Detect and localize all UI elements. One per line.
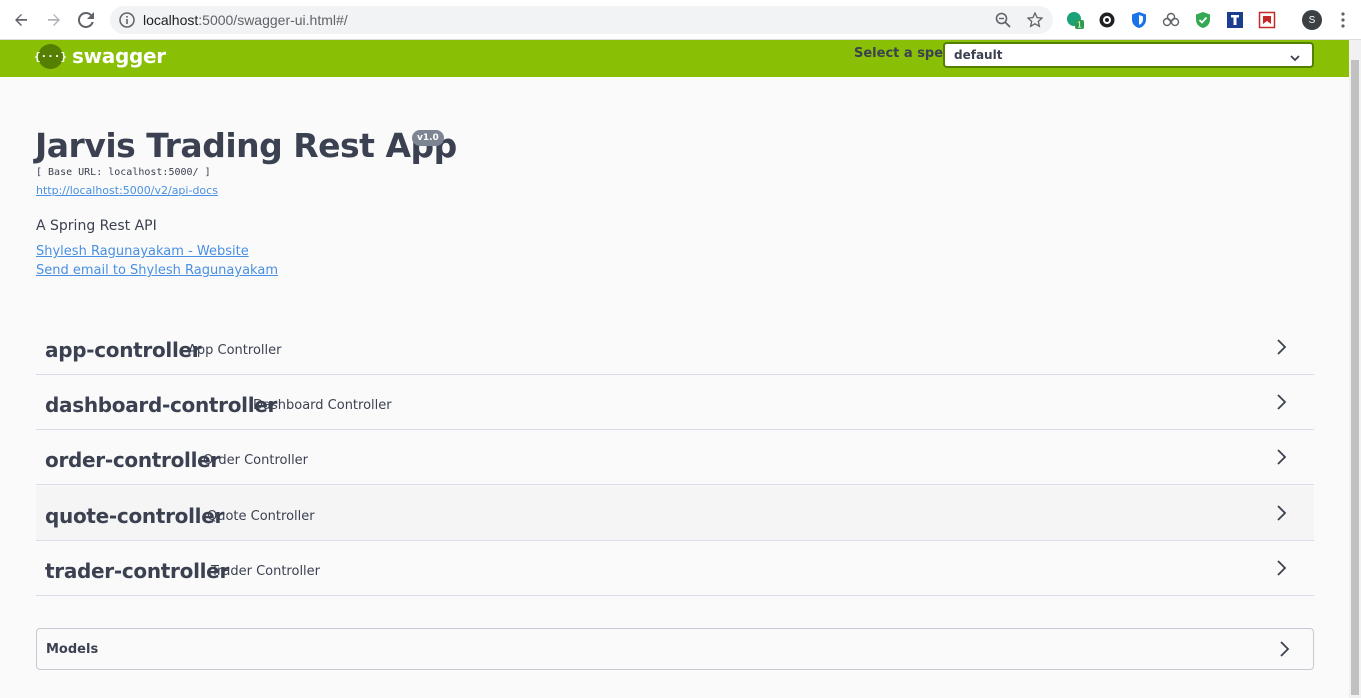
base-url: [ Base URL: localhost:5000/ ] — [36, 167, 211, 178]
api-description: A Spring Rest API — [36, 218, 157, 234]
swagger-topbar: {···} swagger Select a spec default — [0, 40, 1349, 77]
chevron-right-icon[interactable] — [1274, 504, 1288, 522]
info-icon[interactable] — [119, 12, 135, 28]
swagger-logo-text[interactable]: swagger — [72, 44, 166, 68]
tag-name: trader-controller — [45, 559, 230, 583]
tag-quote-controller[interactable]: quote-controller Quote Controller — [36, 486, 1314, 541]
tag-dashboard-controller[interactable]: dashboard-controller Dashboard Controlle… — [36, 375, 1314, 430]
models-section[interactable]: Models — [36, 628, 1314, 670]
spec-select[interactable]: default — [943, 42, 1314, 68]
url-host: localhost — [143, 12, 199, 28]
forward-icon[interactable] — [43, 9, 65, 31]
back-icon[interactable] — [10, 9, 32, 31]
tag-name: app-controller — [45, 338, 202, 362]
tag-name: order-controller — [45, 448, 220, 472]
browser-toolbar: localhost:5000/swagger-ui.html#/ 1 S — [0, 0, 1361, 40]
extension-eye-icon[interactable] — [1098, 11, 1116, 29]
zoom-icon[interactable] — [995, 12, 1011, 28]
extension-check-shield-icon[interactable] — [1194, 11, 1212, 29]
api-docs-link[interactable]: http://localhost:5000/v2/api-docs — [36, 184, 218, 197]
scrollbar-thumb[interactable] — [1351, 60, 1359, 695]
scrollbar[interactable] — [1349, 40, 1361, 698]
address-bar[interactable]: localhost:5000/swagger-ui.html#/ — [110, 6, 1053, 34]
extension-badge-icon[interactable]: 1 — [1066, 11, 1084, 30]
version-badge: v1.0 — [412, 130, 444, 146]
email-link[interactable]: Send email to Shylesh Ragunayakam — [36, 263, 278, 278]
browser-menu-icon[interactable] — [1337, 10, 1349, 30]
tag-description: Quote Controller — [207, 509, 315, 524]
website-link[interactable]: Shylesh Ragunayakam - Website — [36, 244, 249, 259]
tag-description: Dashboard Controller — [253, 398, 392, 413]
tag-app-controller[interactable]: app-controller App Controller — [36, 320, 1314, 375]
chevron-right-icon[interactable] — [1274, 559, 1288, 577]
chevron-down-icon — [1290, 50, 1300, 62]
url-path: :5000/swagger-ui.html#/ — [198, 12, 348, 28]
tag-name: quote-controller — [45, 504, 225, 528]
chevron-right-icon[interactable] — [1277, 640, 1291, 658]
chevron-right-icon[interactable] — [1274, 338, 1288, 356]
tag-description: App Controller — [188, 343, 282, 358]
reload-icon[interactable] — [75, 9, 97, 31]
chevron-right-icon[interactable] — [1274, 393, 1288, 411]
extension-link-icon[interactable] — [1162, 11, 1180, 29]
models-label: Models — [46, 642, 99, 657]
swagger-logo-icon[interactable]: {···} — [34, 44, 67, 69]
tag-description: Order Controller — [203, 453, 309, 468]
tag-order-controller[interactable]: order-controller Order Controller — [36, 430, 1314, 485]
url-text: localhost:5000/swagger-ui.html#/ — [143, 12, 348, 28]
extension-red-square-icon[interactable] — [1258, 11, 1276, 29]
ext-badge-count: 1 — [1077, 21, 1082, 30]
extension-shield-icon[interactable] — [1130, 11, 1148, 29]
chevron-right-icon[interactable] — [1274, 448, 1288, 466]
profile-avatar[interactable]: S — [1302, 10, 1322, 30]
tag-trader-controller[interactable]: trader-controller Trader Controller — [36, 541, 1314, 596]
bookmark-star-icon[interactable] — [1026, 11, 1044, 28]
extension-blue-square-icon[interactable] — [1226, 11, 1244, 29]
spec-select-value: default — [954, 48, 1003, 62]
tag-description: Trader Controller — [211, 564, 321, 579]
spec-select-label: Select a spec — [854, 46, 951, 61]
page-title: Jarvis Trading Rest App — [35, 126, 457, 165]
tag-name: dashboard-controller — [45, 393, 278, 417]
